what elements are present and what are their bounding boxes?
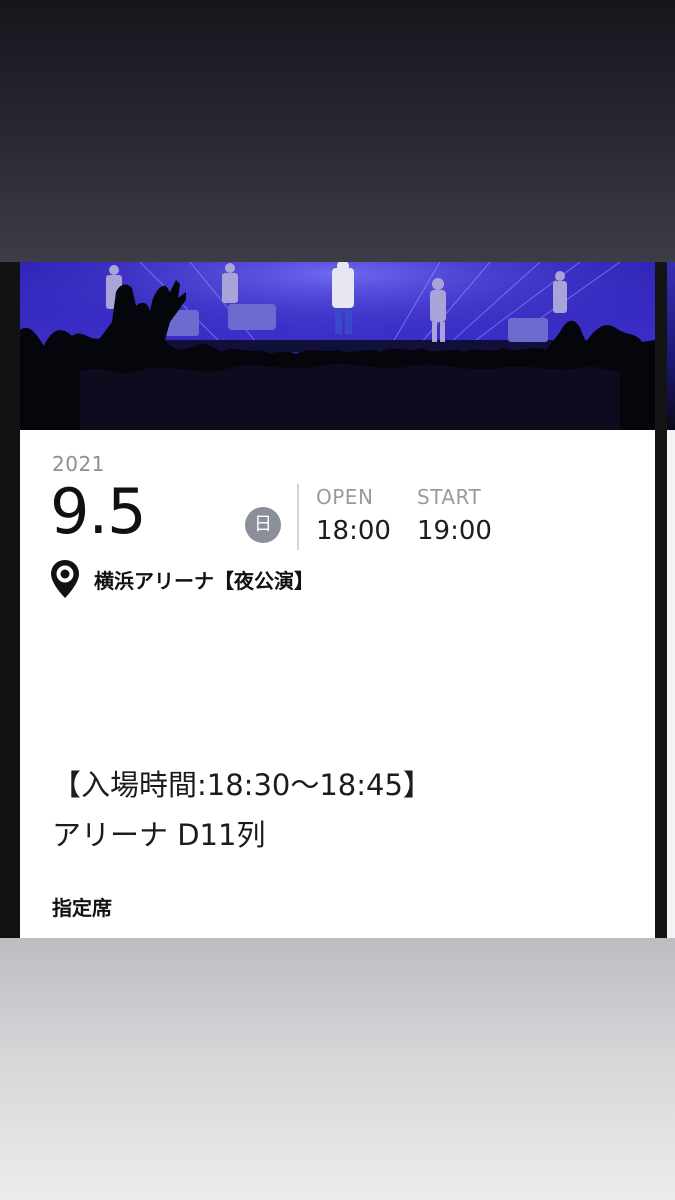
venue-name: 横浜アリーナ【夜公演】 bbox=[94, 568, 314, 593]
open-time: 18:00 bbox=[316, 516, 391, 546]
location-pin-icon bbox=[51, 560, 79, 598]
date-time-divider bbox=[297, 484, 299, 550]
entry-time: 【入場時間:18:30〜18:45】 bbox=[52, 768, 432, 802]
previous-card-edge[interactable] bbox=[0, 262, 20, 938]
ticket-year: 2021 bbox=[52, 452, 105, 476]
start-time: 19:00 bbox=[417, 516, 492, 546]
card-gap bbox=[655, 262, 667, 938]
start-label: START bbox=[417, 485, 482, 509]
ticket-card[interactable]: 2021 9.5 日 OPEN 18:00 START 19:00 横浜アリーナ… bbox=[20, 262, 655, 938]
concert-stage-photo bbox=[20, 262, 655, 430]
seat-type: 指定席 bbox=[52, 896, 112, 920]
next-card-photo-edge bbox=[667, 262, 675, 430]
venue: 横浜アリーナ【夜公演】 bbox=[50, 559, 314, 599]
seat-info: アリーナ D11列 bbox=[52, 818, 266, 852]
ticket-date: 9.5 bbox=[50, 475, 147, 548]
top-background bbox=[0, 0, 675, 262]
weekday-badge: 日 bbox=[245, 507, 281, 543]
open-label: OPEN bbox=[316, 485, 374, 509]
bottom-background bbox=[0, 938, 675, 1200]
